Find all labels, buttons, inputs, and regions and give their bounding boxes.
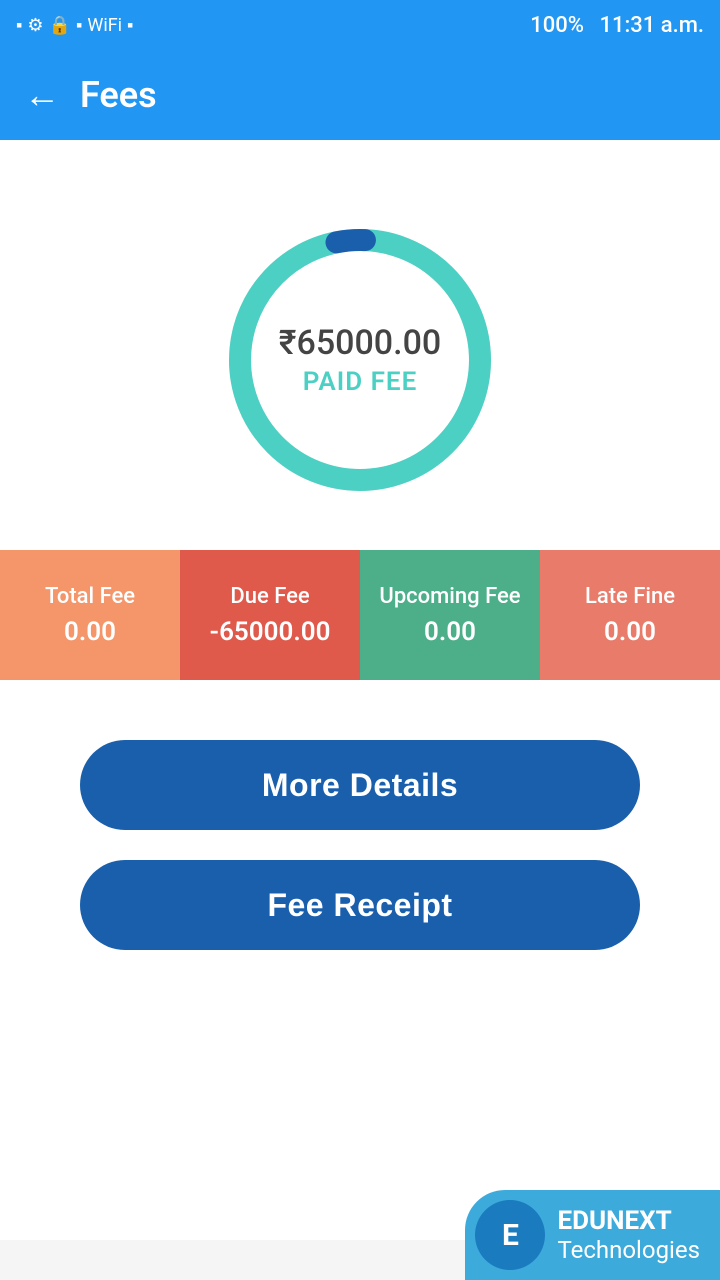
- footer-brand: E EDUNEXT Technologies: [465, 1190, 720, 1280]
- total-fee-label: Total Fee: [45, 584, 135, 609]
- battery-text: 100%: [530, 13, 584, 38]
- brand-text-block: EDUNEXT Technologies: [557, 1206, 700, 1264]
- page-title: Fees: [80, 74, 157, 116]
- due-fee-label: Due Fee: [230, 584, 309, 609]
- status-icons: ▪ ⚙ 🔒 ▪ WiFi ▪: [16, 15, 133, 36]
- chart-container: ₹65000.00 PAID FEE: [0, 180, 720, 550]
- fee-card-due: Due Fee -65000.00: [180, 550, 360, 680]
- brand-logo-icon: E: [475, 1200, 545, 1270]
- paid-label: PAID FEE: [279, 367, 441, 397]
- fee-card-total: Total Fee 0.00: [0, 550, 180, 680]
- paid-amount: ₹65000.00: [279, 323, 441, 363]
- wifi-icon: WiFi: [87, 15, 122, 36]
- sd-icon: ▪: [76, 15, 82, 36]
- donut-chart: ₹65000.00 PAID FEE: [210, 210, 510, 510]
- fee-card-late: Late Fine 0.00: [540, 550, 720, 680]
- brand-subtitle: Technologies: [557, 1236, 700, 1264]
- donut-center-text: ₹65000.00 PAID FEE: [279, 323, 441, 397]
- fee-summary-row: Total Fee 0.00 Due Fee -65000.00 Upcomin…: [0, 550, 720, 680]
- button-container: More Details Fee Receipt: [0, 680, 720, 1010]
- fee-receipt-button[interactable]: Fee Receipt: [80, 860, 640, 950]
- status-bar-right: 100% 11:31 a.m.: [530, 13, 704, 38]
- main-content: ₹65000.00 PAID FEE Total Fee 0.00 Due Fe…: [0, 140, 720, 1240]
- lock-icon: 🔒: [49, 15, 71, 36]
- upcoming-fee-label: Upcoming Fee: [379, 584, 520, 609]
- upcoming-fee-value: 0.00: [424, 617, 476, 647]
- late-fine-value: 0.00: [604, 617, 656, 647]
- fee-card-upcoming: Upcoming Fee 0.00: [360, 550, 540, 680]
- status-bar: ▪ ⚙ 🔒 ▪ WiFi ▪ 100% 11:31 a.m.: [0, 0, 720, 50]
- back-button[interactable]: ←: [24, 77, 60, 113]
- due-fee-value: -65000.00: [210, 617, 331, 647]
- time-text: 11:31 a.m.: [599, 13, 704, 38]
- more-details-button[interactable]: More Details: [80, 740, 640, 830]
- signal-icon: ▪: [127, 15, 133, 36]
- brand-logo-symbol: E: [502, 1218, 519, 1253]
- late-fine-label: Late Fine: [585, 584, 675, 609]
- usb-icon: ⚙: [27, 15, 43, 36]
- toolbar: ← Fees: [0, 50, 720, 140]
- total-fee-value: 0.00: [64, 617, 116, 647]
- brand-name: EDUNEXT: [557, 1206, 700, 1236]
- notifications-icon: ▪: [16, 15, 22, 36]
